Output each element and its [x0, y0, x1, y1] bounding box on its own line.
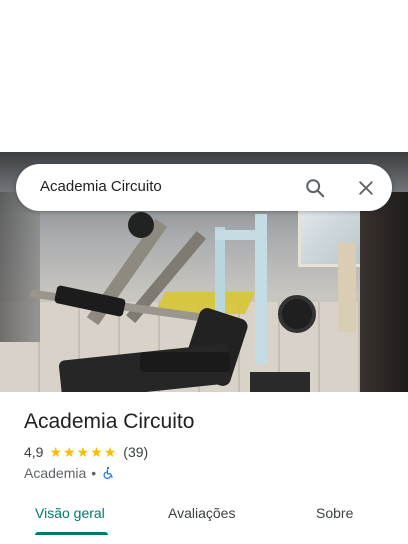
star-icon: ★	[76, 444, 90, 460]
photo-pad	[250, 372, 310, 392]
photo-machine-frame	[215, 230, 267, 240]
search-icon[interactable]	[304, 177, 326, 199]
photo-weight-plate	[128, 212, 154, 238]
review-count[interactable]: (39)	[123, 444, 148, 460]
place-title: Academia Circuito	[24, 410, 195, 433]
tab-reviews[interactable]: Avaliações	[168, 505, 235, 521]
search-bar[interactable]: Academia Circuito	[16, 164, 392, 211]
tab-bar: Visão geral Avaliações Sobre	[0, 492, 408, 544]
photo-bench	[140, 352, 230, 372]
category-row: Academia •	[24, 465, 115, 481]
star-icon: ★	[90, 444, 103, 460]
rating-value: 4,9	[24, 444, 44, 460]
photo-window	[298, 207, 368, 267]
place-category: Academia	[24, 465, 87, 481]
star-rating: ★ ★ ★ ★ ★	[49, 445, 117, 459]
active-tab-indicator	[35, 532, 108, 535]
blank-area	[0, 0, 408, 152]
photo-weight-plate	[278, 295, 316, 333]
separator: •	[91, 465, 97, 481]
close-icon[interactable]	[356, 178, 376, 198]
rating-row[interactable]: 4,9 ★ ★ ★ ★ ★ (39)	[24, 444, 148, 460]
star-icon: ★	[63, 444, 76, 460]
photo-rack	[0, 192, 40, 342]
star-icon: ★	[49, 444, 63, 460]
photo-curtain	[338, 242, 356, 332]
search-input[interactable]: Academia Circuito	[40, 178, 162, 195]
tab-about[interactable]: Sobre	[316, 505, 353, 521]
wheelchair-icon	[103, 466, 113, 479]
photo-pillar	[360, 192, 408, 392]
tab-overview[interactable]: Visão geral	[35, 505, 105, 521]
star-icon: ★	[103, 444, 117, 460]
